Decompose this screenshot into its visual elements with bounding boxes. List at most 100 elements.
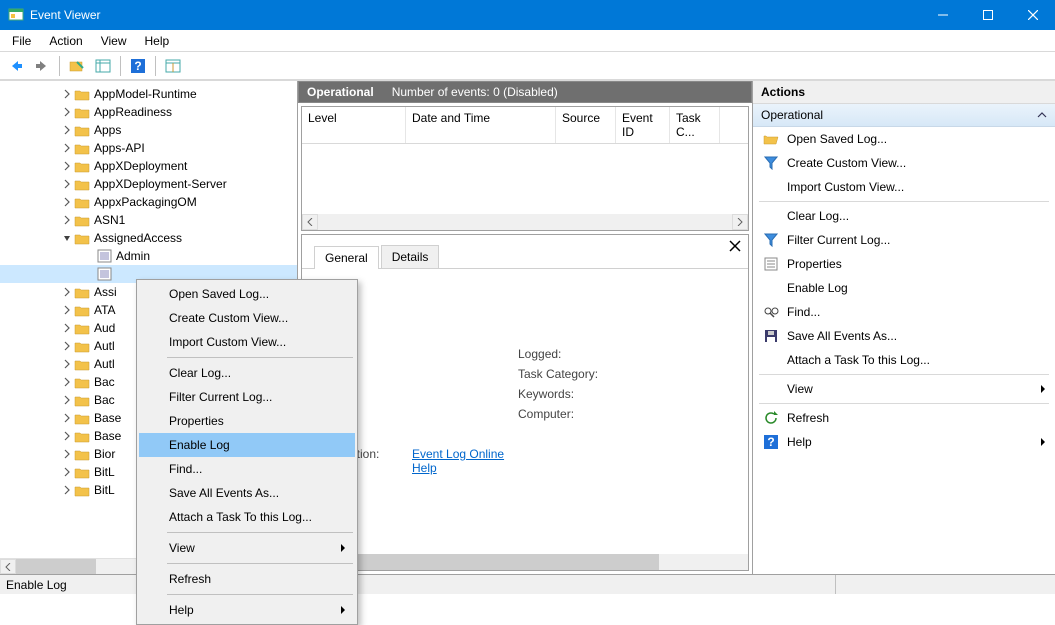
chevron-icon[interactable]	[60, 195, 74, 209]
tree-item[interactable]: Admin	[0, 247, 297, 265]
chevron-icon[interactable]	[60, 159, 74, 173]
tree-item[interactable]: ASN1	[0, 211, 297, 229]
chevron-icon[interactable]	[60, 357, 74, 371]
chevron-icon[interactable]	[60, 375, 74, 389]
action-item[interactable]: Create Custom View...	[753, 151, 1055, 175]
action-item[interactable]: Attach a Task To this Log...	[753, 348, 1055, 372]
action-item[interactable]: Refresh	[753, 406, 1055, 430]
context-menu-item[interactable]: Clear Log...	[139, 361, 355, 385]
nav-forward-button[interactable]	[31, 55, 53, 77]
chevron-icon[interactable]	[60, 465, 74, 479]
actions-group-header[interactable]: Operational	[753, 104, 1055, 127]
menu-action[interactable]: Action	[41, 32, 90, 50]
context-menu-item[interactable]: Open Saved Log...	[139, 282, 355, 306]
action-item[interactable]: Filter Current Log...	[753, 228, 1055, 252]
context-menu-item[interactable]: View	[139, 536, 355, 560]
tb-list-button[interactable]	[92, 55, 114, 77]
context-menu-item[interactable]: Filter Current Log...	[139, 385, 355, 409]
close-icon[interactable]	[726, 237, 744, 255]
context-menu[interactable]: Open Saved Log...Create Custom View... Im…	[136, 279, 358, 625]
context-menu-item[interactable]: Attach a Task To this Log...	[139, 505, 355, 529]
chevron-icon[interactable]	[60, 141, 74, 155]
chevron-icon[interactable]	[60, 483, 74, 497]
scroll-thumb[interactable]	[16, 559, 96, 574]
action-item[interactable]: Clear Log...	[753, 204, 1055, 228]
chevron-icon[interactable]	[60, 393, 74, 407]
column-header[interactable]: Level	[302, 107, 406, 143]
chevron-icon[interactable]	[82, 249, 96, 263]
minimize-button[interactable]	[920, 0, 965, 30]
action-label: Attach a Task To this Log...	[787, 353, 930, 367]
chevron-icon[interactable]	[60, 447, 74, 461]
tab-details[interactable]: Details	[381, 245, 440, 268]
chevron-icon[interactable]	[60, 321, 74, 335]
chevron-icon[interactable]	[60, 105, 74, 119]
tb-columns-button[interactable]	[162, 55, 184, 77]
context-menu-item[interactable]: Enable Log	[139, 433, 355, 457]
event-grid: LevelDate and TimeSourceEvent IDTask C..…	[301, 106, 749, 231]
close-button[interactable]	[1010, 0, 1055, 30]
column-header[interactable]: Source	[556, 107, 616, 143]
action-item[interactable]: ?Help	[753, 430, 1055, 454]
context-menu-item[interactable]: Create Custom View...	[139, 306, 355, 330]
chevron-icon[interactable]	[60, 231, 74, 245]
action-item[interactable]: Open Saved Log...	[753, 127, 1055, 151]
scroll-track[interactable]	[318, 214, 732, 230]
context-menu-item[interactable]: Help	[139, 598, 355, 622]
action-item[interactable]: Find...	[753, 300, 1055, 324]
action-item[interactable]: Properties	[753, 252, 1055, 276]
tb-explore-button[interactable]	[66, 55, 88, 77]
column-header[interactable]: Event ID	[616, 107, 670, 143]
chevron-icon[interactable]	[60, 411, 74, 425]
chevron-icon[interactable]	[60, 123, 74, 137]
chevron-icon[interactable]	[60, 429, 74, 443]
chevron-icon[interactable]	[60, 339, 74, 353]
chevron-icon[interactable]	[60, 285, 74, 299]
chevron-icon[interactable]	[60, 177, 74, 191]
grid-hscrollbar[interactable]	[302, 214, 748, 230]
tree-item[interactable]: AppXDeployment	[0, 157, 297, 175]
menu-view[interactable]: View	[93, 32, 135, 50]
collapse-icon[interactable]	[1037, 110, 1047, 120]
action-item[interactable]: Save All Events As...	[753, 324, 1055, 348]
action-item[interactable]: View	[753, 377, 1055, 401]
action-item[interactable]: Import Custom View...	[753, 175, 1055, 199]
tab-general[interactable]: General	[314, 246, 379, 269]
menu-file[interactable]: File	[4, 32, 39, 50]
chevron-icon[interactable]	[82, 267, 96, 281]
context-menu-item[interactable]: Save All Events As...	[139, 481, 355, 505]
context-menu-item[interactable]: Refresh	[139, 567, 355, 591]
menu-help[interactable]: Help	[137, 32, 178, 50]
detail-body: ame: Logged: e: Task Category: ID: Keywo…	[302, 269, 748, 570]
titlebar[interactable]: Event Viewer	[0, 0, 1055, 30]
scroll-left-icon[interactable]	[0, 559, 16, 574]
column-header[interactable]: Date and Time	[406, 107, 556, 143]
tree-item[interactable]: Apps	[0, 121, 297, 139]
tree-item[interactable]: AppReadiness	[0, 103, 297, 121]
ctx-label: Import Custom View...	[169, 335, 286, 349]
tree-item[interactable]: AppxPackagingOM	[0, 193, 297, 211]
tb-help-button[interactable]: ?	[127, 55, 149, 77]
detail-hscrollbar[interactable]	[302, 554, 748, 570]
tree-item[interactable]: AppXDeployment-Server	[0, 175, 297, 193]
chevron-icon[interactable]	[60, 213, 74, 227]
maximize-button[interactable]	[965, 0, 1010, 30]
tree-label: ATA	[94, 303, 116, 317]
nav-back-button[interactable]	[5, 55, 27, 77]
tree-item[interactable]: AssignedAccess	[0, 229, 297, 247]
tree-item[interactable]: AppModel-Runtime	[0, 85, 297, 103]
column-header[interactable]: Task C...	[670, 107, 720, 143]
context-menu-item[interactable]: Import Custom View...	[139, 330, 355, 354]
folder-icon	[74, 123, 90, 137]
chevron-icon[interactable]	[60, 87, 74, 101]
context-menu-item[interactable]: Properties	[139, 409, 355, 433]
chevron-icon[interactable]	[60, 303, 74, 317]
tree-item[interactable]: Apps-API	[0, 139, 297, 157]
action-item[interactable]: Enable Log	[753, 276, 1055, 300]
grid-header[interactable]: LevelDate and TimeSourceEvent IDTask C..…	[302, 107, 748, 144]
context-menu-item[interactable]: Find...	[139, 457, 355, 481]
scroll-right-icon[interactable]	[732, 214, 748, 230]
refresh-icon	[763, 410, 779, 426]
scroll-left-icon[interactable]	[302, 214, 318, 230]
online-help-link[interactable]: Event Log Online Help	[412, 447, 504, 475]
